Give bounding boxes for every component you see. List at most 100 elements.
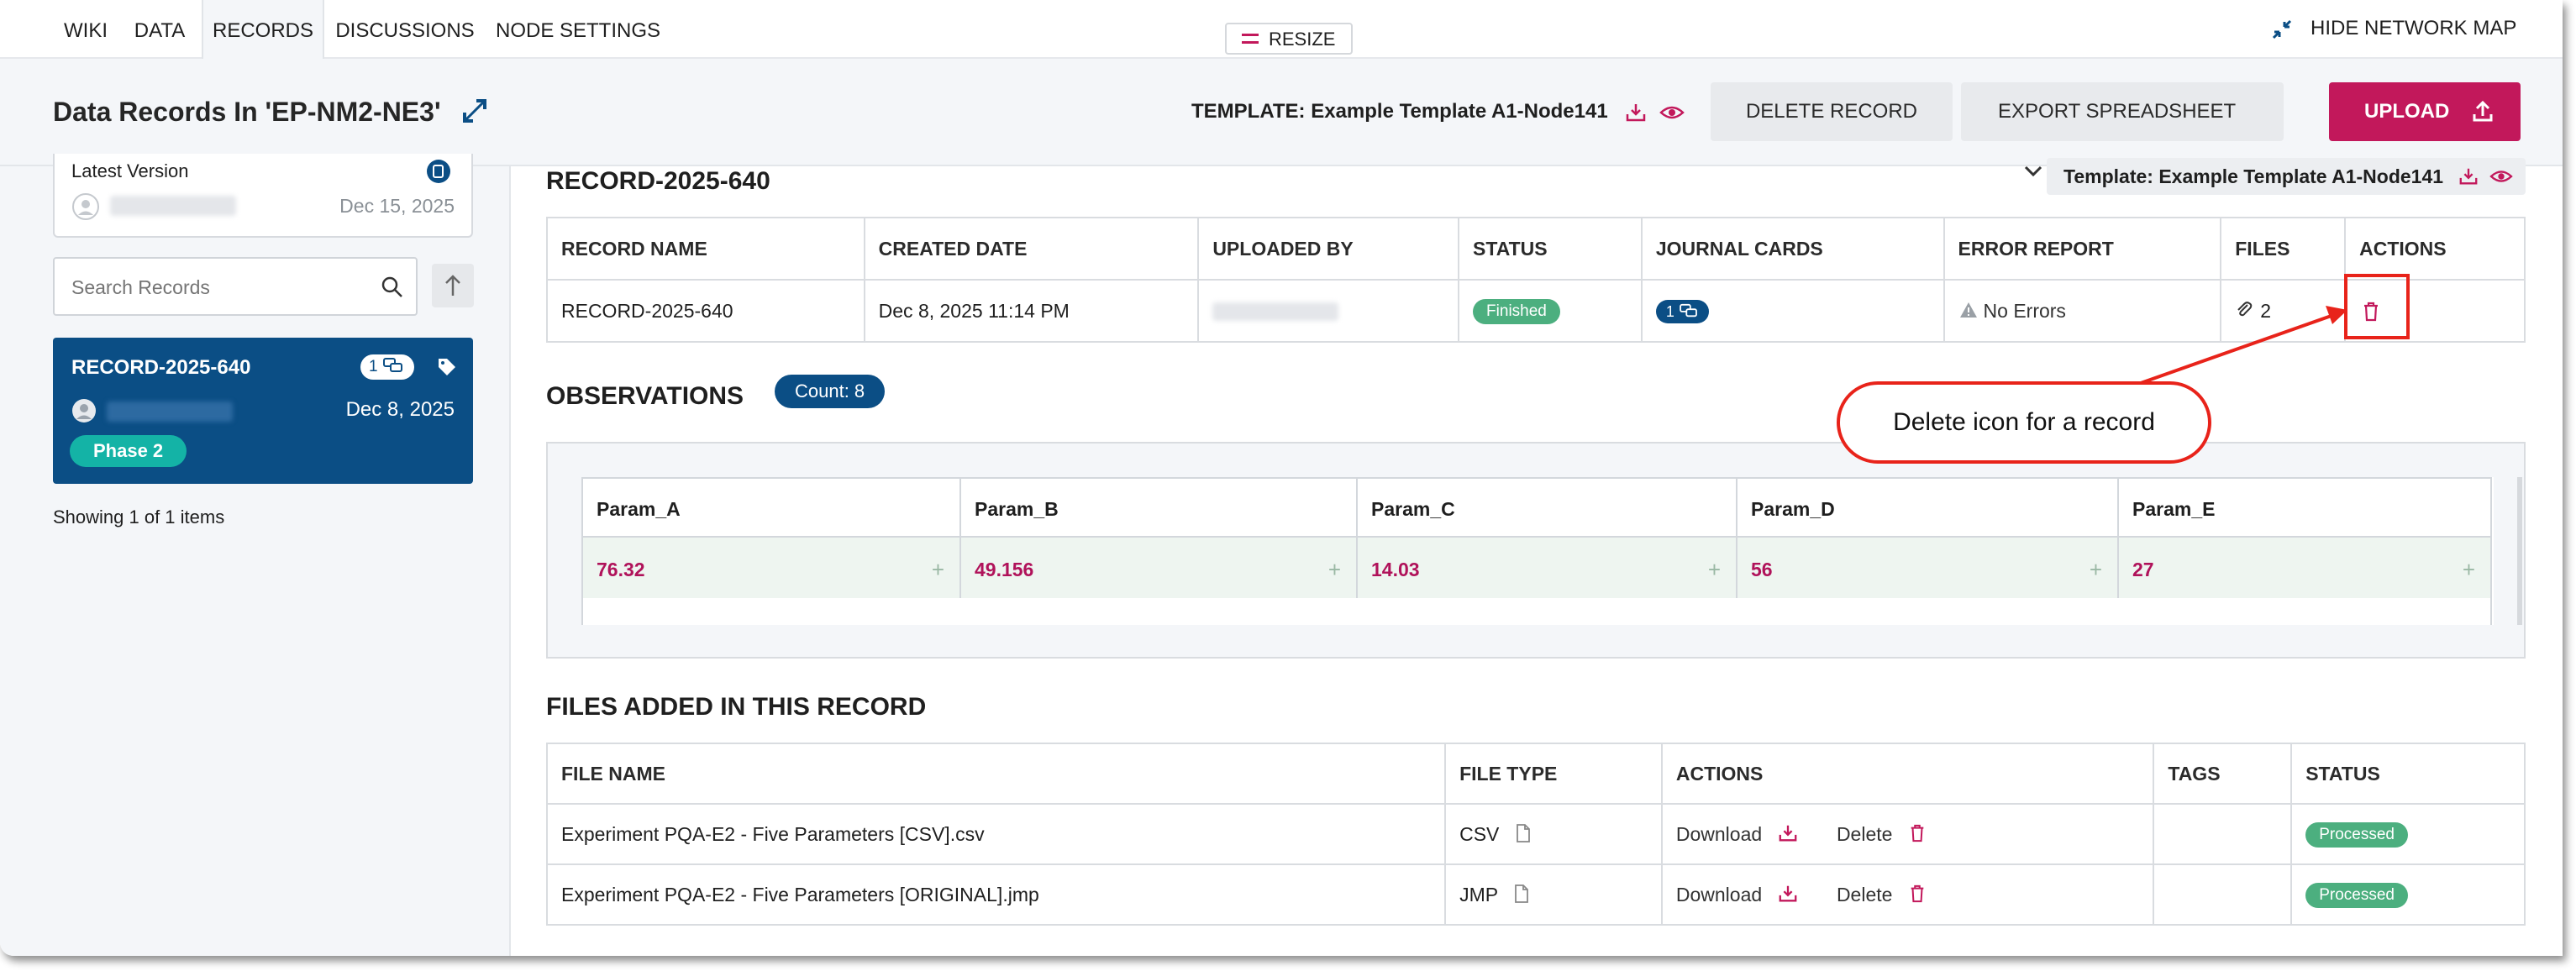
status-badge: Processed xyxy=(2305,821,2408,848)
copy-icon[interactable] xyxy=(426,159,451,184)
hide-map-label: HIDE NETWORK MAP xyxy=(2311,17,2517,39)
delete-record-button[interactable]: DELETE RECORD xyxy=(1711,82,1953,141)
collapse-arrows-icon xyxy=(2272,19,2292,39)
journal-cards-cell: 1 xyxy=(1640,279,1945,343)
column-header: ACTIONS xyxy=(2344,217,2526,281)
phase-badge: Phase 2 xyxy=(70,435,187,467)
download-icon[interactable] xyxy=(2458,166,2479,186)
record-template-tag: Template: Example Template A1-Node141 xyxy=(2047,158,2526,195)
paperclip-icon xyxy=(2237,302,2253,317)
param-header: Param_E xyxy=(2117,477,2492,538)
chat-bubbles-icon xyxy=(1680,304,1697,318)
next-row-partial xyxy=(581,598,2492,625)
export-spreadsheet-button[interactable]: EXPORT SPREADSHEET xyxy=(1961,82,2284,176)
status-badge: Processed xyxy=(2305,882,2408,908)
column-header: ACTIONS xyxy=(1660,743,2155,805)
eye-icon[interactable] xyxy=(2489,166,2513,186)
search-box[interactable] xyxy=(53,257,418,316)
delete-label: Delete xyxy=(1836,883,1893,905)
column-header: STATUS xyxy=(1458,217,1643,281)
column-header: FILE TYPE xyxy=(1444,743,1663,805)
showing-count: Showing 1 of 1 items xyxy=(53,506,225,527)
table-row: Experiment PQA-E2 - Five Parameters [ORI… xyxy=(545,863,2526,926)
scrollbar[interactable] xyxy=(2517,477,2522,625)
file-type-cell: JMP xyxy=(1444,863,1663,926)
blurred-user-name xyxy=(1212,302,1339,322)
column-header: TAGS xyxy=(2153,743,2293,805)
param-value-cell[interactable]: 27 + xyxy=(2117,536,2492,600)
status-badge: Finished xyxy=(1473,298,1560,324)
param-value: 27 xyxy=(2132,559,2154,580)
file-status-cell: Processed xyxy=(2290,863,2526,926)
sort-button[interactable] xyxy=(432,264,474,307)
record-table: RECORD NAME CREATED DATE UPLOADED BY STA… xyxy=(546,217,2526,343)
files-count: 2 xyxy=(2260,299,2272,322)
record-list-item[interactable]: RECORD-2025-640 1 Dec 8, 2025 Phase 2 xyxy=(53,338,473,484)
table-row: Experiment PQA-E2 - Five Parameters [CSV… xyxy=(545,803,2526,865)
param-header: Param_A xyxy=(581,477,961,538)
file-type-cell: CSV xyxy=(1444,803,1663,865)
tab-discussions[interactable]: DISCUSSIONS xyxy=(333,0,477,59)
file-type: JMP xyxy=(1459,883,1498,905)
app-window: WIKI DATA RECORDS DISCUSSIONS NODE SETTI… xyxy=(0,0,2563,956)
warning-icon xyxy=(1959,302,1977,318)
plus-icon[interactable]: + xyxy=(2090,538,2102,601)
file-name-cell: Experiment PQA-E2 - Five Parameters [ORI… xyxy=(545,863,1447,926)
tab-data[interactable]: DATA xyxy=(126,0,193,59)
download-label: Download xyxy=(1675,822,1763,845)
hide-network-map-button[interactable]: HIDE NETWORK MAP xyxy=(2270,12,2516,45)
status-cell: Finished xyxy=(1458,279,1643,343)
export-label: EXPORT SPREADSHEET xyxy=(1998,100,2236,123)
page-title: Data Records In 'EP-NM2-NE3' xyxy=(53,94,490,129)
plus-icon[interactable]: + xyxy=(932,538,944,601)
column-header: RECORD NAME xyxy=(546,217,865,281)
observations-panel: Param_A Param_B Param_C Param_D Param_E … xyxy=(546,442,2526,659)
tag-icon[interactable] xyxy=(436,356,458,378)
search-icon[interactable] xyxy=(381,276,404,299)
file-status-cell: Processed xyxy=(2290,803,2526,865)
version-card[interactable]: Latest Version Dec 15, 2025 xyxy=(53,154,473,238)
eye-icon[interactable] xyxy=(1659,102,1685,123)
observations-grid: Param_A Param_B Param_C Param_D Param_E … xyxy=(581,477,2494,625)
document-icon xyxy=(1515,884,1528,904)
param-value-cell[interactable]: 56 + xyxy=(1736,536,2119,600)
table-row[interactable]: RECORD-2025-640 Dec 8, 2025 11:14 PM Fin… xyxy=(546,279,2526,343)
download-icon[interactable] xyxy=(1625,102,1647,123)
avatar xyxy=(72,399,96,423)
param-value-cell[interactable]: 49.156 + xyxy=(959,536,1358,600)
param-value-cell[interactable]: 14.03 + xyxy=(1356,536,1737,600)
resize-icon xyxy=(1242,34,1259,44)
resize-button[interactable]: RESIZE xyxy=(1225,23,1353,55)
page-title-text: Data Records In 'EP-NM2-NE3' xyxy=(53,97,441,127)
journal-badge[interactable]: 1 xyxy=(1655,299,1709,323)
upload-label: UPLOAD xyxy=(2364,100,2450,123)
plus-icon[interactable]: + xyxy=(1708,538,1721,601)
tab-records[interactable]: RECORDS xyxy=(202,0,324,59)
column-header: CREATED DATE xyxy=(863,217,1200,281)
record-card-date: Dec 8, 2025 xyxy=(345,398,455,421)
expand-icon[interactable] xyxy=(460,96,490,126)
search-input[interactable] xyxy=(71,274,374,301)
column-header: UPLOADED BY xyxy=(1197,217,1460,281)
blurred-user-name xyxy=(107,402,233,422)
plus-icon[interactable]: + xyxy=(2463,538,2475,601)
param-value-cell[interactable]: 76.32 + xyxy=(581,536,961,600)
tab-wiki[interactable]: WIKI xyxy=(54,0,118,59)
top-navigation: WIKI DATA RECORDS DISCUSSIONS NODE SETTI… xyxy=(0,0,2563,59)
param-header: Param_D xyxy=(1736,477,2119,538)
upload-icon xyxy=(2473,100,2493,122)
avatar xyxy=(72,193,99,220)
delete-link[interactable]: Delete xyxy=(1837,884,1927,905)
delete-link[interactable]: Delete xyxy=(1837,823,1927,845)
column-header: FILES xyxy=(2220,217,2347,281)
param-value: 76.32 xyxy=(597,559,645,580)
file-actions-cell: Download Delete xyxy=(1660,803,2155,865)
plus-icon[interactable]: + xyxy=(1328,538,1341,601)
download-link[interactable]: Download xyxy=(1676,823,1798,845)
param-value: 49.156 xyxy=(975,559,1034,580)
tab-node-settings[interactable]: NODE SETTINGS xyxy=(491,0,665,59)
download-link[interactable]: Download xyxy=(1676,884,1798,905)
param-header: Param_B xyxy=(959,477,1358,538)
upload-button[interactable]: UPLOAD xyxy=(2329,82,2521,141)
observations-title: OBSERVATIONS xyxy=(546,382,744,410)
